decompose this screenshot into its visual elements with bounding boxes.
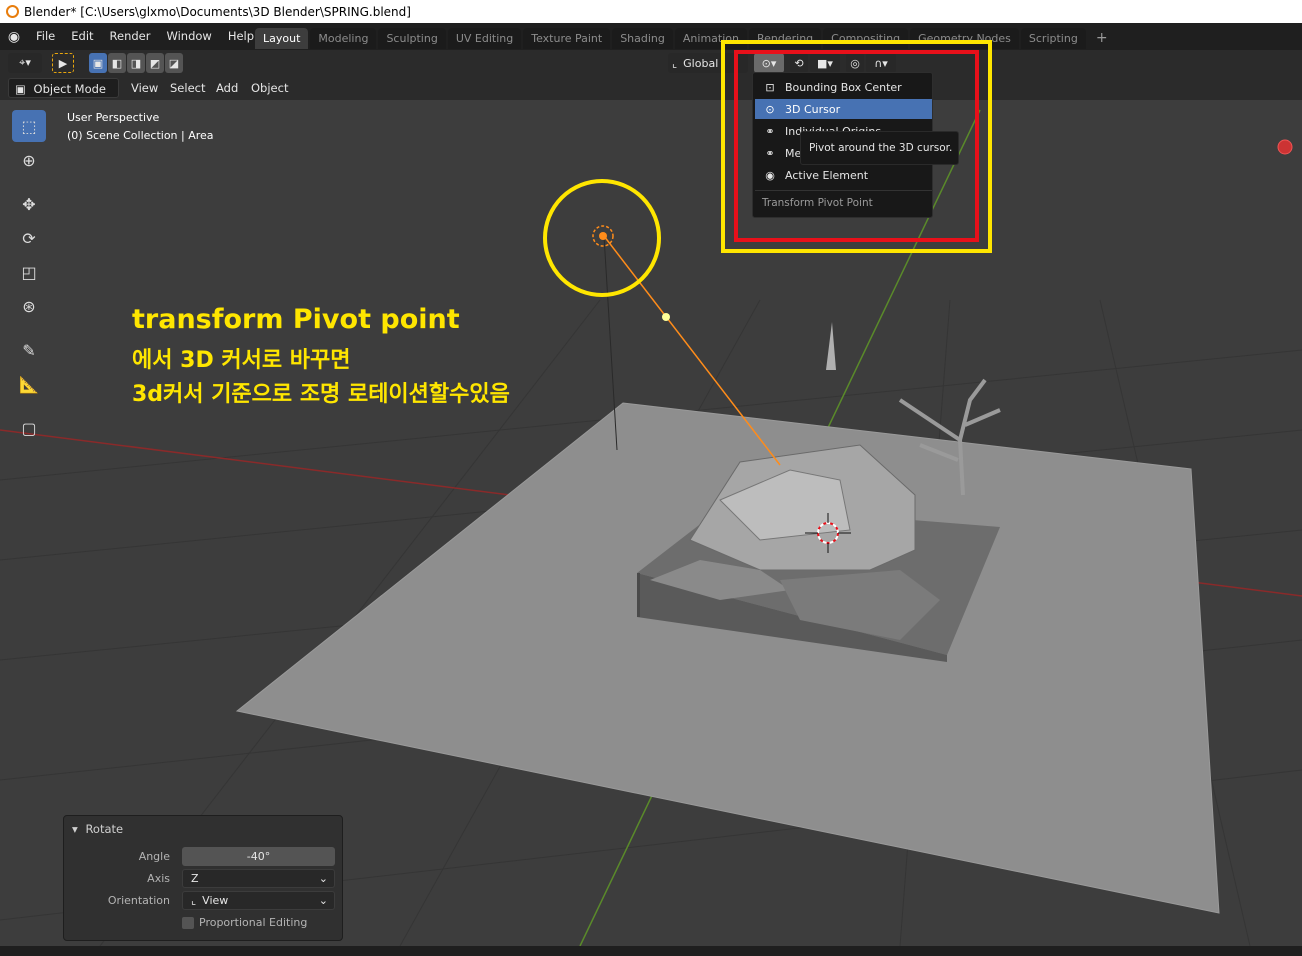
rotate-operator-panel: ▾ Rotate Angle -40° Axis Z ⌄ Orientation… bbox=[63, 815, 343, 941]
select-mode-subtract-icon[interactable]: ◨ bbox=[127, 53, 145, 73]
chevron-down-icon: ⌄ bbox=[318, 894, 328, 907]
tab-scripting[interactable]: Scripting bbox=[1020, 28, 1086, 49]
viewport-header: ▣ Object Mode ⌄ View Select Add Object bbox=[0, 76, 1302, 116]
menu-add[interactable]: Add bbox=[210, 78, 244, 98]
window-title-bar: Blender* [C:\Users\glxmo\Documents\3D Bl… bbox=[0, 0, 1302, 23]
cursor-tool-icon[interactable]: ⊕ bbox=[12, 144, 46, 176]
axis-label: Axis bbox=[147, 872, 170, 885]
menu-separator bbox=[755, 190, 932, 191]
menu-edit[interactable]: Edit bbox=[63, 23, 101, 50]
select-mode-intersect-icon[interactable]: ◪ bbox=[165, 53, 183, 73]
orientation-icon: ⌞ bbox=[672, 56, 678, 70]
light-object[interactable] bbox=[592, 225, 614, 247]
select-mode-new-icon[interactable]: ▣ bbox=[89, 53, 107, 73]
blender-logo-icon bbox=[6, 5, 19, 18]
tab-uv-editing[interactable]: UV Editing bbox=[447, 28, 522, 49]
menu-select[interactable]: Select bbox=[164, 78, 211, 98]
window-title: Blender* [C:\Users\glxmo\Documents\3D Bl… bbox=[24, 4, 411, 19]
tool-shelf: ⬚ ⊕ ✥ ⟳ ◰ ⊛ ✎ 📐 ▢ bbox=[8, 108, 50, 446]
orientation-label: Orientation bbox=[107, 894, 170, 907]
select-box-tool-icon[interactable]: ⬚ bbox=[12, 110, 46, 142]
scale-tool-icon[interactable]: ◰ bbox=[12, 256, 46, 288]
median-point-icon: ⚭ bbox=[765, 146, 775, 160]
collapse-triangle-icon: ▾ bbox=[72, 822, 78, 836]
viewport-perspective: User Perspective bbox=[67, 111, 160, 124]
select-mode-invert-icon[interactable]: ◩ bbox=[146, 53, 164, 73]
chevron-down-icon: ⌄ bbox=[318, 872, 328, 885]
mode-label: Object Mode bbox=[33, 82, 106, 96]
tab-modeling[interactable]: Modeling bbox=[310, 28, 377, 49]
axis-dropdown[interactable]: Z ⌄ bbox=[182, 869, 335, 888]
top-bar: ◉ File Edit Render Window Help Layout Mo… bbox=[0, 23, 1302, 50]
object-mode-icon: ▣ bbox=[15, 82, 26, 96]
menu-object[interactable]: Object bbox=[245, 78, 294, 98]
orientation-label: Global bbox=[683, 56, 719, 70]
angle-field[interactable]: -40° bbox=[182, 847, 335, 866]
measure-tool-icon[interactable]: 📐 bbox=[12, 368, 46, 400]
3d-cursor-pivot-icon: ⊙ bbox=[765, 102, 775, 116]
individual-origins-icon: ⚭ bbox=[765, 124, 775, 138]
active-element-icon: ◉ bbox=[765, 168, 775, 182]
annotation-line-3: 3d커서 기준으로 조명 로테이션할수있음 bbox=[132, 382, 510, 407]
menu-render[interactable]: Render bbox=[102, 23, 159, 50]
add-cube-tool-icon[interactable]: ▢ bbox=[12, 412, 46, 444]
select-mode-extend-icon[interactable]: ◧ bbox=[108, 53, 126, 73]
bounding-box-icon: ⊡ bbox=[765, 80, 775, 94]
checkbox-icon bbox=[182, 916, 194, 929]
gizmo-x-icon[interactable] bbox=[1277, 139, 1293, 155]
pivot-bounding-box-center[interactable]: ⊡ Bounding Box Center bbox=[755, 77, 932, 97]
annotation-line-1: transform Pivot point bbox=[132, 304, 460, 335]
orientation-dropdown[interactable]: ⌞ View ⌄ bbox=[182, 891, 335, 910]
light-target-dot[interactable] bbox=[662, 313, 670, 321]
tool-header: ⌖▾ ▶ ▣ ◧ ◨ ◩ ◪ ⌞ Global ⊙▾ ⟲ ■▾ ◎ ∩▾ bbox=[0, 50, 1302, 76]
tab-sculpting[interactable]: Sculpting bbox=[378, 28, 446, 49]
tab-layout[interactable]: Layout bbox=[255, 28, 309, 49]
pivot-menu-title: Transform Pivot Point bbox=[762, 197, 873, 209]
cone-object[interactable] bbox=[826, 322, 836, 370]
transform-tool-icon[interactable]: ⊛ bbox=[12, 290, 46, 322]
viewport-collection: (0) Scene Collection | Area bbox=[67, 129, 214, 142]
select-tool-icon[interactable]: ▶ bbox=[52, 53, 74, 73]
editor-type-icon[interactable]: ⌖▾ bbox=[8, 53, 42, 73]
annotation-line-2: 에서 3D 커서로 바꾸면 bbox=[132, 348, 351, 373]
add-workspace-icon[interactable]: + bbox=[1088, 28, 1116, 49]
proportional-editing-checkbox[interactable]: Proportional Editing bbox=[182, 916, 307, 929]
pivot-3d-cursor[interactable]: ⊙ 3D Cursor bbox=[755, 99, 932, 119]
menu-file[interactable]: File bbox=[28, 23, 63, 50]
angle-label: Angle bbox=[138, 850, 170, 863]
status-bar bbox=[0, 946, 1302, 956]
menu-window[interactable]: Window bbox=[158, 23, 219, 50]
pivot-tooltip: Pivot around the 3D cursor. bbox=[800, 131, 959, 165]
rotate-tool-icon[interactable]: ⟳ bbox=[12, 222, 46, 254]
mode-selector[interactable]: ▣ Object Mode ⌄ bbox=[8, 78, 119, 116]
rotate-panel-title[interactable]: ▾ Rotate bbox=[72, 822, 123, 836]
tab-texture-paint[interactable]: Texture Paint bbox=[523, 28, 611, 49]
blender-menu-icon[interactable]: ◉ bbox=[0, 23, 28, 50]
orientation-axes-icon: ⌞ bbox=[191, 894, 197, 907]
pivot-active-element[interactable]: ◉ Active Element bbox=[755, 165, 932, 185]
move-tool-icon[interactable]: ✥ bbox=[12, 188, 46, 220]
annotate-tool-icon[interactable]: ✎ bbox=[12, 334, 46, 366]
menu-view[interactable]: View bbox=[125, 78, 164, 98]
tab-shading[interactable]: Shading bbox=[612, 28, 673, 49]
